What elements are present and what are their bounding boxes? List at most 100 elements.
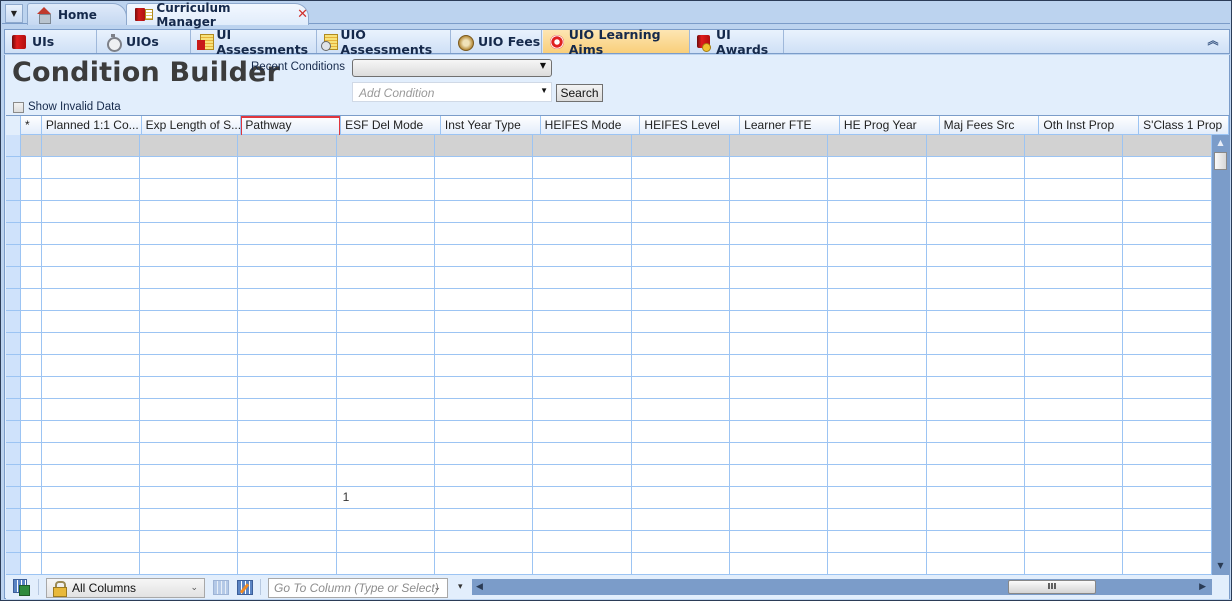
- table-cell[interactable]: [533, 355, 632, 376]
- table-cell[interactable]: [1025, 509, 1124, 530]
- table-cell[interactable]: [140, 531, 239, 552]
- row-selector[interactable]: [6, 421, 21, 442]
- table-cell[interactable]: [1123, 135, 1212, 156]
- table-cell[interactable]: [140, 355, 239, 376]
- column-header[interactable]: Learner FTE: [740, 116, 840, 135]
- table-cell[interactable]: [632, 553, 731, 574]
- table-cell[interactable]: [828, 399, 927, 420]
- table-cell[interactable]: [140, 509, 239, 530]
- table-cell[interactable]: [1123, 201, 1212, 222]
- table-cell[interactable]: [926, 135, 1026, 156]
- table-cell[interactable]: [42, 157, 140, 178]
- table-row[interactable]: [6, 377, 1212, 399]
- module-tab-uio-assessments[interactable]: UIO Assessments: [317, 27, 451, 57]
- table-row[interactable]: [6, 509, 1212, 531]
- row-selector[interactable]: [6, 157, 21, 178]
- table-cell[interactable]: [238, 443, 337, 464]
- table-cell[interactable]: [238, 399, 337, 420]
- table-cell[interactable]: [42, 179, 140, 200]
- table-cell[interactable]: [730, 531, 829, 552]
- table-cell[interactable]: [140, 333, 239, 354]
- table-cell[interactable]: [632, 465, 731, 486]
- table-cell[interactable]: [1025, 465, 1124, 486]
- table-cell[interactable]: [730, 553, 829, 574]
- table-cell[interactable]: [435, 443, 534, 464]
- module-tab-uio-fees[interactable]: UIO Fees: [451, 30, 542, 53]
- column-header[interactable]: Pathway: [241, 116, 342, 135]
- show-invalid-data-option[interactable]: Show Invalid Data: [13, 101, 121, 113]
- table-cell[interactable]: [337, 553, 435, 574]
- table-row[interactable]: [6, 355, 1212, 377]
- chevron-down-icon[interactable]: ▼: [540, 86, 548, 95]
- table-cell[interactable]: [140, 421, 239, 442]
- horizontal-scroll-thumb[interactable]: III: [1008, 580, 1096, 594]
- table-cell[interactable]: [238, 333, 337, 354]
- table-cell[interactable]: [42, 399, 140, 420]
- table-cell[interactable]: [435, 289, 534, 310]
- row-selector[interactable]: [6, 355, 21, 376]
- table-cell[interactable]: [337, 443, 435, 464]
- table-cell[interactable]: [533, 377, 632, 398]
- table-cell[interactable]: [337, 157, 435, 178]
- table-cell[interactable]: [730, 157, 829, 178]
- row-selector[interactable]: [6, 135, 21, 156]
- table-row[interactable]: [6, 443, 1212, 465]
- column-header[interactable]: Exp Length of S...: [142, 116, 242, 135]
- table-cell[interactable]: [632, 377, 731, 398]
- table-cell[interactable]: [1025, 355, 1124, 376]
- table-cell[interactable]: [238, 311, 337, 332]
- table-cell[interactable]: [337, 201, 435, 222]
- table-row[interactable]: [6, 553, 1212, 575]
- table-cell[interactable]: [730, 377, 829, 398]
- table-cell[interactable]: [828, 245, 927, 266]
- table-cell[interactable]: [140, 289, 239, 310]
- table-cell[interactable]: [828, 289, 927, 310]
- table-cell[interactable]: [435, 355, 534, 376]
- column-header[interactable]: HEIFES Mode: [541, 116, 641, 135]
- table-cell[interactable]: [828, 135, 927, 156]
- table-cell[interactable]: [533, 157, 632, 178]
- table-cell[interactable]: [140, 399, 239, 420]
- table-cell[interactable]: [1025, 157, 1124, 178]
- table-cell[interactable]: [434, 135, 534, 156]
- table-cell[interactable]: [435, 509, 534, 530]
- table-cell[interactable]: [927, 267, 1026, 288]
- table-cell[interactable]: [632, 421, 731, 442]
- table-cell[interactable]: [1025, 223, 1124, 244]
- table-cell[interactable]: [435, 311, 534, 332]
- table-cell[interactable]: [42, 465, 140, 486]
- table-cell[interactable]: [730, 509, 829, 530]
- table-cell[interactable]: [631, 135, 731, 156]
- table-row[interactable]: [6, 333, 1212, 355]
- chevron-down-icon[interactable]: ⌄: [433, 582, 441, 593]
- table-cell[interactable]: [140, 465, 239, 486]
- collapse-chevron-icon[interactable]: ︽: [1205, 33, 1221, 49]
- table-cell[interactable]: [533, 465, 632, 486]
- table-cell[interactable]: [140, 487, 239, 508]
- row-selector[interactable]: [6, 289, 21, 310]
- table-cell[interactable]: [337, 267, 435, 288]
- table-cell[interactable]: [238, 157, 337, 178]
- table-cell[interactable]: [140, 443, 239, 464]
- table-cell[interactable]: [533, 553, 632, 574]
- edit-column-layout-icon[interactable]: [235, 578, 253, 596]
- show-invalid-data-checkbox[interactable]: [13, 101, 24, 113]
- table-cell[interactable]: [1025, 289, 1124, 310]
- column-header[interactable]: Inst Year Type: [441, 116, 541, 135]
- table-cell[interactable]: [828, 465, 927, 486]
- table-cell[interactable]: [238, 487, 337, 508]
- table-cell[interactable]: [1123, 553, 1212, 574]
- table-cell[interactable]: [632, 267, 731, 288]
- table-cell[interactable]: [927, 223, 1026, 244]
- table-cell[interactable]: [435, 421, 534, 442]
- table-cell[interactable]: [435, 553, 534, 574]
- table-cell[interactable]: [337, 355, 435, 376]
- table-cell[interactable]: [238, 421, 337, 442]
- table-cell[interactable]: [927, 245, 1026, 266]
- row-selector[interactable]: [6, 553, 21, 574]
- table-cell[interactable]: [533, 311, 632, 332]
- table-cell[interactable]: [533, 443, 632, 464]
- go-to-column-input[interactable]: Go To Column (Type or Select) ⌄: [268, 578, 448, 598]
- table-cell[interactable]: [533, 487, 632, 508]
- table-row[interactable]: [6, 267, 1212, 289]
